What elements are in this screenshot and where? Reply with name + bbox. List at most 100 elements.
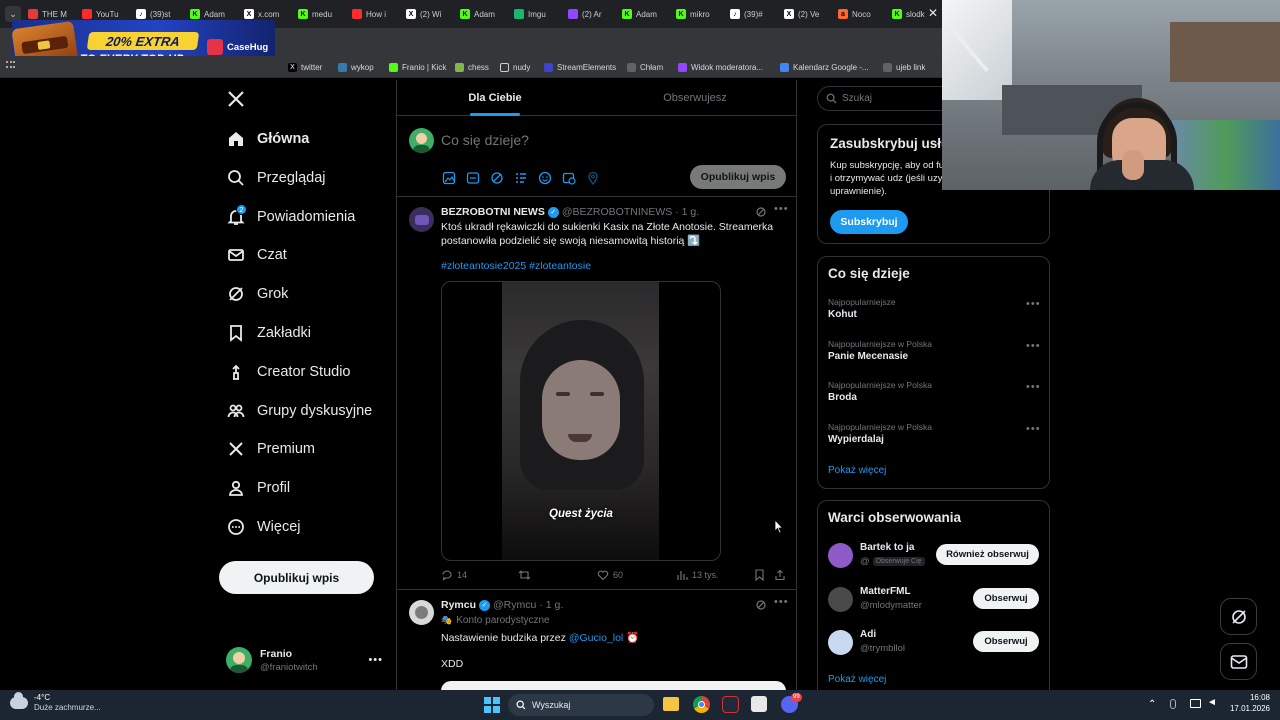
tweet-time[interactable]: · 1 g. [675,206,699,218]
views-button[interactable]: 13 tys. [676,569,719,581]
trend-more-icon[interactable]: ••• [1026,298,1041,310]
account-switcher[interactable]: Franio @franiotwitch ••• [226,643,386,677]
gif-icon[interactable] [465,170,481,186]
browser-tab[interactable]: (2) Ar [568,5,616,23]
tray-chevron-icon[interactable]: ⌃ [1148,699,1156,710]
nav-item-search[interactable]: Przeglądaj [226,163,326,193]
volume-icon[interactable]: ◄ [1207,697,1217,708]
tab-following[interactable]: Obserwujesz [593,80,796,116]
app-icon-3[interactable] [722,696,739,713]
browser-tab[interactable]: K Adam [460,5,508,23]
composer-publish-button[interactable]: Opublikuj wpis [690,165,786,189]
nav-item-communities[interactable]: Grupy dyskusyjne [226,396,372,426]
account-menu-dots[interactable]: ••• [368,654,383,666]
media-icon[interactable] [441,170,457,186]
tweet-avatar[interactable] [409,207,434,232]
nav-item-bookmark[interactable]: Zakładki [226,318,311,348]
nav-item-mail[interactable]: Czat [226,240,287,270]
bookmark-item[interactable]: nudy [500,60,530,74]
app-icon-4[interactable] [751,696,767,712]
follow-button[interactable]: Również obserwuj [936,544,1039,565]
tweet-author-name[interactable]: Rymcu [441,599,476,611]
bookmark-item[interactable]: Widok moderatora... [678,60,763,74]
like-button[interactable]: 60 [597,569,623,581]
emoji-icon[interactable] [537,170,553,186]
trends-show-more[interactable]: Pokaż więcej [828,465,886,476]
bookmark-item[interactable]: chess [455,60,489,74]
nav-item-x-premium[interactable]: Premium [226,434,315,464]
schedule-icon[interactable] [561,170,577,186]
trend-item[interactable]: Najpopularniejsze w Polska Broda ••• [818,378,1049,418]
nav-item-home[interactable]: Główna [226,124,309,154]
tweet[interactable]: Rymcu ✓ @Rymcu · 1 g. ••• 🎭 Konto parody… [397,590,796,690]
browser-tab[interactable]: a Noco [838,5,886,23]
trend-item[interactable]: Najpopularniejsze w Polska Wypierdalaj ••• [818,420,1049,460]
bookmark-item[interactable]: Kalendarz Google -... [780,60,869,74]
tweet-more-icon[interactable]: ••• [774,203,789,215]
search-box[interactable]: Szukaj [817,86,957,111]
reply-button[interactable]: 14 [441,569,467,581]
grok-explain-icon[interactable] [755,206,767,218]
bookmark-item[interactable]: StreamElements [544,60,616,74]
bookmark-item[interactable]: ujeb link [883,60,925,74]
follow-button[interactable]: Obserwuj [973,631,1039,652]
weather-widget[interactable]: -4°C Duże zachmurze... [10,691,101,712]
apps-grid-icon[interactable] [6,61,15,70]
bookmark-item[interactable]: Chłam [627,60,663,74]
chrome-icon[interactable] [693,696,710,713]
taskbar-search[interactable]: Wyszukaj [508,694,654,716]
grok-float-button[interactable] [1220,598,1257,635]
tweet-author-handle[interactable]: @BEZROBOTNINEWS [562,206,672,218]
nav-item-profile[interactable]: Profil [226,473,290,503]
trend-more-icon[interactable]: ••• [1026,423,1041,435]
location-icon[interactable] [585,170,601,186]
messages-float-button[interactable] [1220,643,1257,680]
bookmark-item[interactable]: Xtwitter [288,60,322,74]
tweet-author-handle[interactable]: @Rymcu [493,599,536,611]
follow-button[interactable]: Obserwuj [973,587,1039,609]
tweet-avatar[interactable] [409,600,434,625]
composer-input[interactable] [441,130,771,150]
clock[interactable]: 16:08 17.01.2026 [1222,693,1270,713]
browser-tab[interactable]: Kmedu [298,5,346,23]
browser-tab[interactable]: K Adam [622,5,670,23]
post-button[interactable]: Opublikuj wpis [219,561,374,594]
microphone-icon[interactable] [1170,699,1176,709]
nav-item-grok[interactable]: Grok [226,279,288,309]
browser-tab[interactable]: ♪ (39)# [730,5,778,23]
x-logo[interactable] [226,89,246,109]
tweet-video[interactable]: Quest życia [441,281,721,561]
browser-tab[interactable]: Imgu [514,5,562,23]
tweet-media-preview[interactable] [441,681,786,690]
file-explorer-icon[interactable] [663,697,679,711]
trend-item[interactable]: Najpopularniejsze Kohut ••• [818,295,1049,335]
trend-item[interactable]: Najpopularniejsze w Polska Panie Mecenasi… [818,337,1049,377]
follow-show-more[interactable]: Pokaż więcej [828,674,886,685]
tweet-author-name[interactable]: BEZROBOTNI NEWS [441,206,545,218]
start-button[interactable] [484,697,500,713]
nav-item-more-circle[interactable]: Więcej [226,512,301,542]
tweet-more-icon[interactable]: ••• [774,596,789,608]
follow-suggestion[interactable]: MatterFML @mlodymatter Obserwuj [818,583,1049,621]
bookmark-item[interactable]: Franio | Kick [389,60,446,74]
bookmark-item[interactable]: wykop [338,60,374,74]
poll-icon[interactable] [513,170,529,186]
mention-link[interactable]: @Gucio_lol [569,632,623,644]
browser-tab[interactable]: Kmikro [676,5,724,23]
browser-tab[interactable]: X (2) Ve [784,5,832,23]
grok-compose-icon[interactable] [489,170,505,186]
browser-tab[interactable]: How i [352,5,400,23]
browser-tab[interactable]: X (2) Wi [406,5,454,23]
trend-more-icon[interactable]: ••• [1026,381,1041,393]
network-icon[interactable] [1190,699,1201,708]
follow-suggestion[interactable]: Adi @trymbllol Obserwuj [818,626,1049,664]
retweet-button[interactable] [518,569,531,581]
trend-more-icon[interactable]: ••• [1026,340,1041,352]
subscribe-button[interactable]: Subskrybuj [830,210,908,234]
tweet-hashtags[interactable]: #zloteantosie2025 #zloteantosie [441,260,591,272]
close-tab-icon[interactable]: ✕ [926,6,940,20]
tab-for-you[interactable]: Dla Ciebie [397,80,593,116]
bookmark-button[interactable] [754,569,765,581]
share-button[interactable] [774,569,786,581]
nav-item-creator[interactable]: Creator Studio [226,357,351,387]
